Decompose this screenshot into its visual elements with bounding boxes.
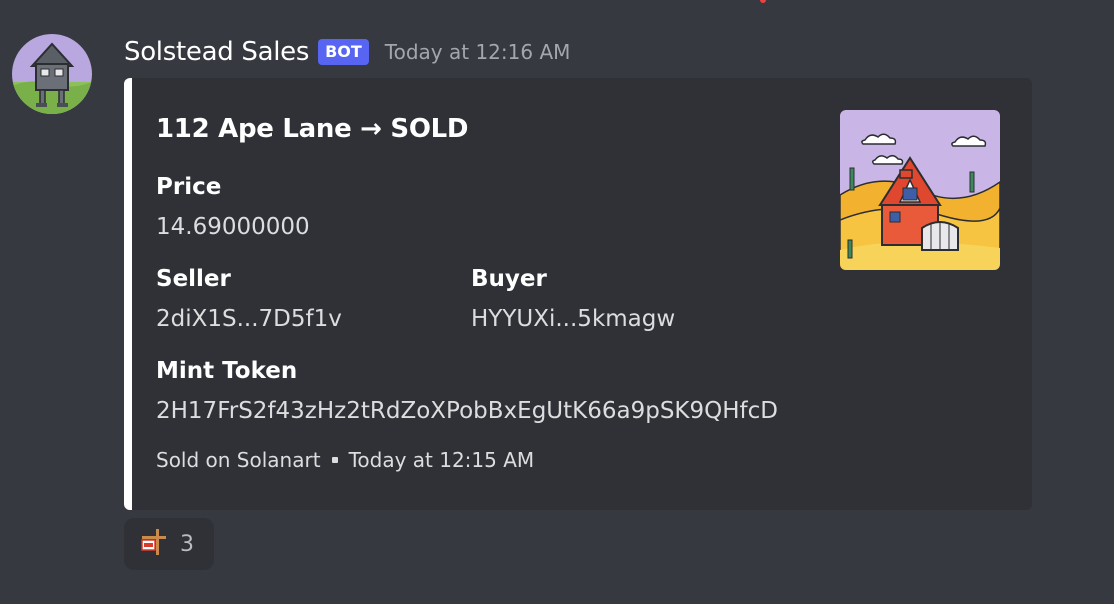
mint-token-field-name: Mint Token: [156, 358, 298, 384]
price-field-value: 14.69000000: [156, 214, 310, 240]
embed-title: 112 Ape Lane → SOLD: [156, 114, 469, 144]
author-name[interactable]: Solstead Sales: [124, 37, 309, 67]
author-avatar[interactable]: [12, 34, 92, 114]
buyer-field-name: Buyer: [471, 266, 547, 292]
footer-time: Today at 12:15 AM: [348, 448, 535, 472]
reaction-button[interactable]: 3: [124, 518, 214, 570]
unread-indicator: [760, 0, 766, 3]
buyer-field-value: HYYUXi...5kmagw: [471, 306, 676, 332]
sale-embed: 112 Ape Lane → SOLD Price 14.69000000 Se…: [124, 78, 1032, 510]
price-field-name: Price: [156, 174, 222, 200]
bot-badge: BOT: [318, 39, 369, 65]
seller-field-name: Seller: [156, 266, 231, 292]
message-timestamp[interactable]: Today at 12:16 AM: [385, 40, 571, 64]
footer-separator: [331, 457, 338, 463]
mint-token-field-value: 2H17FrS2f43zHz2tRdZoXPobBxEgUtK66a9pSK9Q…: [156, 398, 778, 424]
footer-source: Sold on Solanart: [156, 448, 321, 472]
embed-footer: Sold on Solanart Today at 12:15 AM: [156, 448, 534, 472]
for-sale-sign-icon: [138, 527, 168, 561]
reaction-count: 3: [180, 531, 194, 557]
message-header: Solstead Sales BOT Today at 12:16 AM: [124, 34, 570, 70]
house-thumbnail-image[interactable]: [840, 110, 1000, 270]
seller-field-value: 2diX1S...7D5f1v: [156, 306, 342, 332]
